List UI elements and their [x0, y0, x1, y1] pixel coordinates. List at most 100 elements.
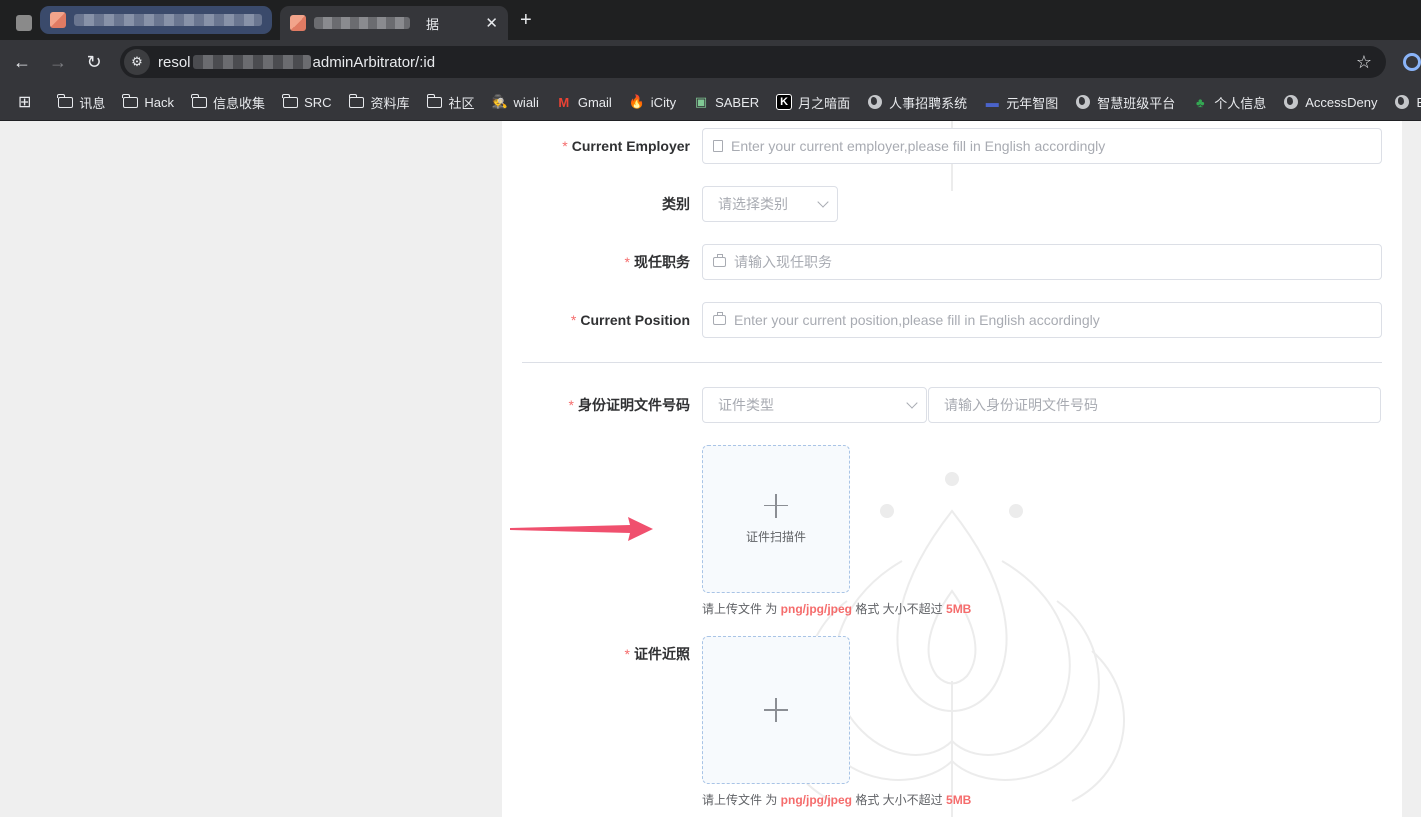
bookmark-label: wiali	[513, 94, 539, 110]
form-row-position-cn: * 现任职务 请输入现任职务	[502, 244, 1402, 280]
field-label: 类别	[662, 196, 690, 212]
tree-icon: ♣	[1195, 94, 1205, 110]
saber-icon: ▣	[694, 94, 708, 109]
hint-size: 5MB	[946, 602, 972, 616]
chevron-down-icon	[906, 397, 918, 409]
folder-icon	[122, 93, 138, 110]
hint-text: 格式 大小不超过	[852, 602, 947, 616]
field-label: * 证件近照	[625, 636, 690, 672]
input-placeholder: Enter your current position,please fill …	[734, 312, 1100, 328]
folder-icon	[348, 93, 365, 110]
id-scan-upload-box[interactable]: 证件扫描件	[702, 445, 850, 593]
id-number-input[interactable]: 请输入身份证明文件号码	[928, 387, 1381, 423]
upload-hint: 请上传文件 为 png/jpg/jpeg 格式 大小不超过 5MB	[702, 791, 971, 808]
bookmark-label: 社区	[448, 95, 475, 111]
select-placeholder: 请选择类别	[718, 196, 788, 212]
bookmark-item[interactable]: ▬ 元年智图	[984, 93, 1059, 112]
label-text: 身份证明文件号码	[578, 397, 690, 413]
bookmark-item[interactable]: 人事招聘系统	[867, 93, 967, 112]
url-text[interactable]: resol adminArbitrator/:id	[158, 54, 435, 71]
hint-text: 请上传文件 为	[702, 793, 781, 807]
browser-tab-pinned[interactable]	[6, 6, 36, 40]
bookmark-item[interactable]: 讯息	[57, 93, 105, 112]
tab-favicon-icon	[16, 15, 32, 31]
page-background: * Current Employer Enter your current emp…	[0, 121, 1421, 817]
plus-icon	[764, 698, 788, 722]
url-prefix: resol	[158, 53, 191, 71]
globe-icon	[1283, 94, 1299, 110]
bookmarks-bar: ⊞ 讯息 Hack 信息收集 SRC 资料库 社区 🕵 wiali M Gmail 🔥 iCity ▣ S…	[0, 84, 1421, 121]
building-icon	[713, 140, 723, 152]
back-arrow-icon[interactable]: ←	[10, 50, 34, 74]
form-row-position-en: * Current Position Enter your current pos…	[502, 302, 1402, 338]
section-divider	[522, 362, 1382, 363]
folder-icon	[426, 93, 443, 110]
bookmark-label: 讯息	[79, 95, 106, 111]
apps-grid-icon[interactable]: ⊞	[18, 92, 31, 112]
bookmark-item[interactable]: ▣ SABER	[693, 94, 759, 110]
bookmark-label: Burp	[1416, 95, 1421, 110]
bookmark-item[interactable]: AccessDeny	[1283, 94, 1377, 110]
input-placeholder: Enter your current employer,please fill …	[731, 138, 1106, 154]
label-text: Current Employer	[571, 138, 690, 154]
briefcase-icon	[713, 312, 726, 325]
kimi-icon: K	[776, 94, 793, 110]
gmail-icon: M	[558, 94, 570, 110]
input-placeholder: 请输入身份证明文件号码	[944, 397, 1098, 413]
category-select[interactable]: 请选择类别	[702, 186, 838, 222]
bookmark-item[interactable]: 信息收集	[191, 93, 265, 112]
bookmark-label: 人事招聘系统	[889, 95, 968, 111]
bookmark-label: 资料库	[370, 95, 410, 111]
profile-icon[interactable]	[1403, 53, 1421, 71]
hint-formats: png/jpg/jpeg	[780, 602, 852, 616]
form-panel: * Current Employer Enter your current emp…	[502, 121, 1402, 817]
field-label: * 身份证明文件号码	[569, 387, 690, 423]
id-photo-upload-box[interactable]	[702, 636, 850, 784]
globe-icon	[1075, 94, 1091, 110]
bookmark-item[interactable]: 社区	[426, 93, 475, 112]
hacker-icon: 🕵	[491, 94, 508, 109]
bookmark-item[interactable]: ♣ 个人信息	[1192, 93, 1266, 112]
hint-text: 格式 大小不超过	[852, 793, 947, 807]
upload-hint: 请上传文件 为 png/jpg/jpeg 格式 大小不超过 5MB	[702, 600, 971, 617]
hint-size: 5MB	[946, 793, 972, 807]
field-label: * Current Position	[571, 302, 690, 338]
required-mark: *	[562, 138, 568, 154]
bookmark-item[interactable]: 🕵 wiali	[491, 94, 539, 110]
select-placeholder: 证件类型	[718, 397, 774, 413]
plus-icon	[764, 493, 788, 518]
label-text: Current Position	[580, 312, 690, 328]
current-position-cn-input[interactable]: 请输入现任职务	[702, 244, 1382, 280]
current-position-en-input[interactable]: Enter your current position,please fill …	[702, 302, 1382, 338]
form-row-photo: * 证件近照	[502, 636, 1402, 672]
bookmark-item[interactable]: 🔥 iCity	[629, 94, 676, 110]
bookmark-item[interactable]: M Gmail	[556, 94, 611, 110]
url-redacted	[192, 55, 311, 69]
label-text: 现任职务	[634, 254, 690, 270]
bookmark-star-icon[interactable]: ☆	[1356, 52, 1372, 73]
bookmark-label: 智慧班级平台	[1097, 95, 1176, 111]
bookmark-item[interactable]: Hack	[122, 93, 175, 110]
required-mark: *	[624, 646, 630, 662]
folder-icon	[282, 93, 298, 110]
bookmark-item[interactable]: SRC	[282, 93, 332, 110]
address-bar[interactable]: ⚙ resol adminArbitrator/:id ☆	[120, 46, 1386, 78]
browser-tab-1[interactable]	[40, 6, 272, 34]
hint-text: 请上传文件 为	[702, 602, 781, 616]
reload-icon[interactable]: ↻	[82, 50, 106, 74]
bookmark-item[interactable]: 资料库	[348, 93, 410, 112]
bookmark-label: AccessDeny	[1305, 94, 1378, 110]
current-employer-input[interactable]: Enter your current employer,please fill …	[702, 128, 1382, 164]
bookmark-item[interactable]: 智慧班级平台	[1075, 93, 1175, 112]
bookmark-item[interactable]: Burp	[1394, 94, 1421, 110]
forward-arrow-icon[interactable]: →	[46, 50, 70, 74]
bookmark-item[interactable]: K 月之暗面	[776, 93, 850, 112]
new-tab-button[interactable]: +	[520, 9, 532, 32]
browser-tab-active[interactable]: 据 ✕	[280, 6, 508, 40]
site-settings-icon[interactable]: ⚙	[124, 49, 150, 75]
browser-tabstrip: 据 ✕ +	[0, 0, 1421, 40]
url-suffix: adminArbitrator/:id	[312, 53, 436, 71]
close-icon[interactable]: ✕	[485, 14, 498, 32]
bookmark-label: Hack	[144, 94, 175, 110]
id-type-select[interactable]: 证件类型	[702, 387, 927, 423]
